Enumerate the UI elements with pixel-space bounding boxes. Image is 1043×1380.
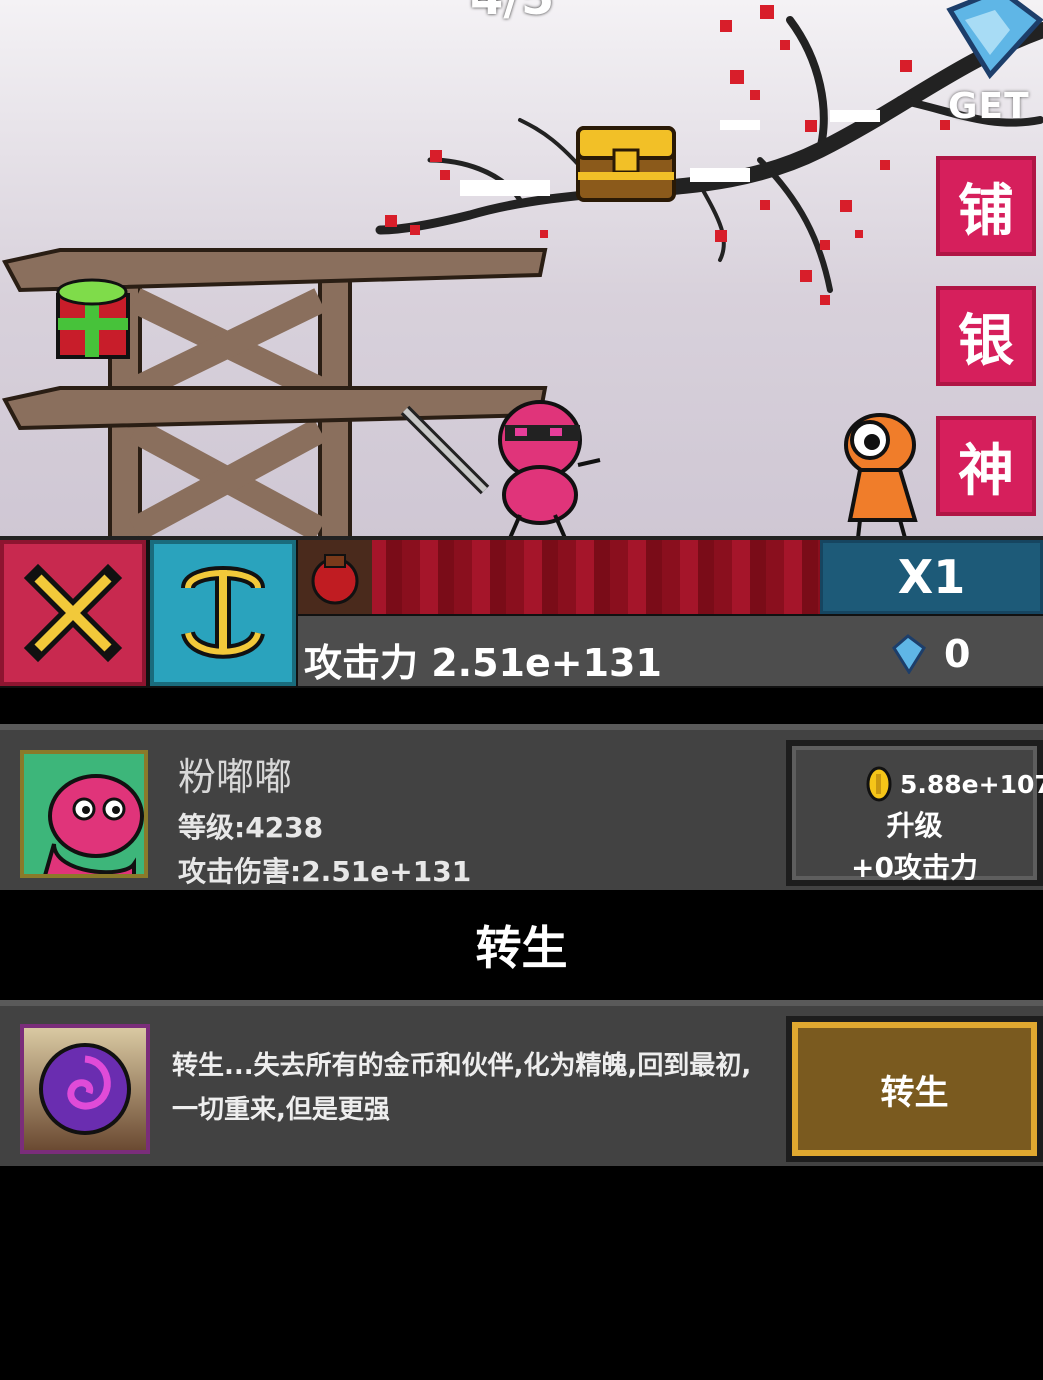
anchor-icon [181, 566, 265, 659]
hero-panel: 粉嘟嘟 等级:4238 攻击伤害:2.51e+131 5.88e+107 升级 … [0, 724, 1043, 890]
god-button[interactable]: 神 [936, 416, 1036, 516]
upgrade-cost: 5.88e+107 [866, 766, 1043, 802]
rebirth-button[interactable]: 转生 [786, 1016, 1043, 1162]
pink-hero-character[interactable] [498, 400, 601, 539]
gem-counter: 0 [888, 632, 970, 676]
upgrade-bonus: +0攻击力 [851, 851, 978, 884]
bank-button[interactable]: 银 [936, 286, 1036, 386]
get-label[interactable]: GET [948, 86, 1030, 127]
crossed-swords-icon [23, 563, 123, 663]
wave-counter: 4/5 [470, 0, 554, 26]
hero-avatar [20, 750, 148, 878]
upgrade-button[interactable]: 5.88e+107 升级 +0攻击力 [786, 740, 1043, 886]
boss-health-bar [298, 540, 820, 614]
boss-icon [298, 540, 372, 614]
control-bar: X1 攻击力 2.51e+131 0 [0, 540, 1043, 688]
anchor-button[interactable] [150, 540, 296, 686]
gift-box[interactable] [56, 278, 130, 359]
rebirth-description: 转生...失去所有的金币和伙伴,化为精魄,回到最初,一切重来,但是更强 [172, 1051, 752, 1125]
coin-icon [866, 766, 892, 802]
game-scene[interactable]: 4/5 GET 铺 银 神 [0, 0, 1043, 540]
gem-count: 0 [944, 632, 971, 676]
hero-damage: 攻击伤害:2.51e+131 [178, 855, 472, 888]
gem-icon [892, 634, 927, 674]
scene-art [0, 0, 1043, 540]
stats-row: 攻击力 2.51e+131 0 [298, 616, 1043, 686]
crossed-swords-button[interactable] [0, 540, 146, 686]
hero-level: 等级:4238 [178, 811, 324, 844]
attack-power: 攻击力 2.51e+131 [304, 641, 662, 685]
rebirth-swirl-icon [20, 1024, 150, 1154]
rebirth-button-label: 转生 [792, 1022, 1037, 1156]
shop-button[interactable]: 铺 [936, 156, 1036, 256]
treasure-chest[interactable] [576, 126, 676, 202]
upgrade-label: 升级 [886, 809, 943, 842]
hero-name: 粉嘟嘟 [178, 755, 293, 799]
rebirth-panel: 转生...失去所有的金币和伙伴,化为精魄,回到最初,一切重来,但是更强 转生 [0, 1000, 1043, 1166]
upgrade-cost-value: 5.88e+107 [900, 769, 1043, 799]
speed-multiplier[interactable]: X1 [820, 540, 1043, 614]
orange-enemy-character[interactable] [844, 413, 918, 539]
rebirth-section-title: 转生 [0, 890, 1043, 1000]
